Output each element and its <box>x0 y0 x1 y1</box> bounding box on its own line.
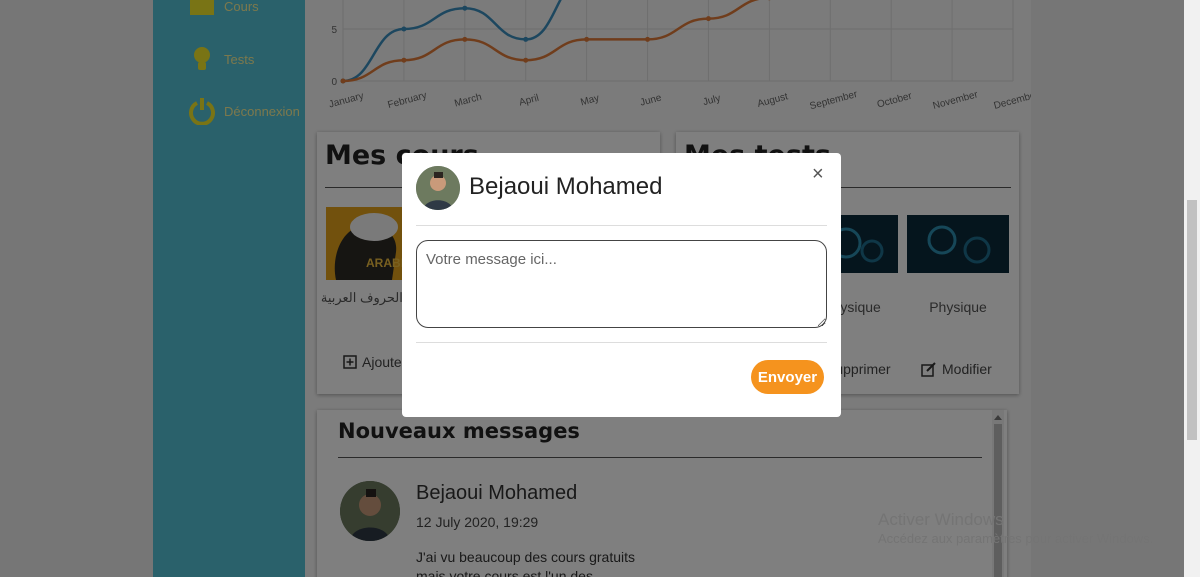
close-icon[interactable]: × <box>812 163 824 186</box>
page-scrollbar[interactable] <box>1184 0 1200 577</box>
send-button[interactable]: Envoyer <box>751 360 824 394</box>
divider <box>416 342 827 343</box>
message-modal: Bejaoui Mohamed × Envoyer <box>402 153 841 417</box>
modal-recipient-name: Bejaoui Mohamed <box>469 173 663 200</box>
message-input[interactable] <box>416 240 827 328</box>
avatar <box>416 166 460 210</box>
divider <box>416 225 827 226</box>
